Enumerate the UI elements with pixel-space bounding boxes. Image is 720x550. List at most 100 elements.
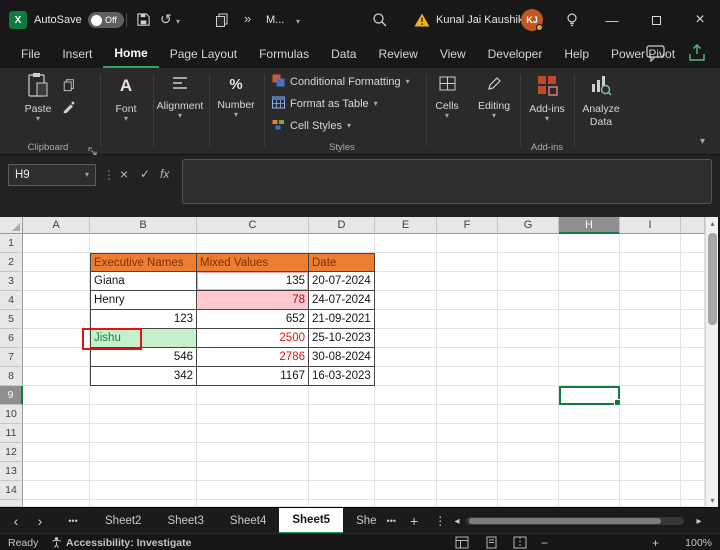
tab-view[interactable]: View bbox=[429, 40, 477, 68]
font-group-button[interactable]: A Font ▾ bbox=[104, 76, 148, 123]
tab-insert[interactable]: Insert bbox=[51, 40, 103, 68]
tab-developer[interactable]: Developer bbox=[477, 40, 554, 68]
zoom-out-button[interactable]: − bbox=[541, 536, 548, 550]
more-commands-icon[interactable]: » bbox=[244, 11, 251, 26]
tab-review[interactable]: Review bbox=[367, 40, 428, 68]
sheet-tab-sheet5-active[interactable]: Sheet5 bbox=[279, 508, 344, 534]
clipboard-copy-icon[interactable] bbox=[62, 78, 76, 97]
format-as-table-button[interactable]: Format as Table ▾ bbox=[272, 96, 378, 112]
warning-icon[interactable] bbox=[414, 13, 430, 32]
name-box[interactable]: H9 ▾ bbox=[8, 164, 96, 186]
sheet-tab-sheet3[interactable]: Sheet3 bbox=[154, 508, 216, 534]
next-sheet-button[interactable]: › bbox=[28, 508, 52, 534]
paste-button[interactable]: Paste ▾ bbox=[18, 72, 58, 123]
cell-D4[interactable]: 24-07-2024 bbox=[309, 291, 375, 310]
tab-file[interactable]: File bbox=[10, 40, 51, 68]
cell-D6[interactable]: 25-10-2023 bbox=[309, 329, 375, 348]
editing-chevron-icon: ▾ bbox=[491, 111, 496, 120]
font-icon: A bbox=[119, 76, 133, 95]
cell-C7[interactable]: 2786 bbox=[197, 348, 309, 367]
cell-B2[interactable]: Executive Names bbox=[90, 253, 197, 272]
tab-page-layout[interactable]: Page Layout bbox=[159, 40, 248, 68]
conditional-formatting-label: Conditional Formatting bbox=[290, 76, 401, 88]
tab-data[interactable]: Data bbox=[320, 40, 367, 68]
accessibility-status[interactable]: Accessibility: Investigate bbox=[66, 537, 191, 549]
cell-B5[interactable]: 123 bbox=[90, 310, 197, 329]
document-menu[interactable]: M... bbox=[266, 14, 284, 26]
lightbulb-icon[interactable] bbox=[564, 12, 580, 33]
cell-C6[interactable]: 2500 bbox=[197, 329, 309, 348]
cell-C5[interactable]: 652 bbox=[197, 310, 309, 329]
cell-D5[interactable]: 21-09-2021 bbox=[309, 310, 375, 329]
user-name[interactable]: Kunal Jai Kaushik bbox=[436, 14, 523, 26]
cancel-entry-icon[interactable]: × bbox=[120, 166, 128, 182]
cell-B8[interactable]: 342 bbox=[90, 367, 197, 386]
add-sheet-button[interactable]: + bbox=[402, 508, 426, 534]
confirm-entry-icon[interactable]: ✓ bbox=[140, 167, 150, 181]
formula-input[interactable] bbox=[182, 159, 712, 204]
close-button[interactable]: × bbox=[680, 0, 720, 40]
cell-D8[interactable]: 16-03-2023 bbox=[309, 367, 375, 386]
cell-C4[interactable]: 78 bbox=[197, 291, 309, 310]
hscroll-right-icon[interactable]: ▸ bbox=[690, 508, 708, 534]
tab-help[interactable]: Help bbox=[553, 40, 600, 68]
more-sheets-ellipsis-button[interactable]: ••• bbox=[381, 508, 402, 534]
addins-button[interactable]: Add-ins ▾ bbox=[524, 74, 570, 123]
analyze-data-button[interactable]: Analyze Data bbox=[576, 74, 626, 128]
sheet-tabs: Sheet2 Sheet3 Sheet4 Sheet5 She ••• + ⋮ bbox=[92, 508, 454, 534]
page-layout-view-icon[interactable] bbox=[485, 536, 498, 550]
vertical-scrollbar-thumb[interactable] bbox=[708, 233, 717, 325]
formula-bar-drag-dots-icon[interactable]: ⋮ bbox=[103, 168, 115, 182]
alignment-group-button[interactable]: Alignment ▾ bbox=[155, 76, 205, 120]
accessibility-icon[interactable] bbox=[50, 536, 63, 550]
search-icon[interactable] bbox=[372, 12, 388, 33]
number-group-button[interactable]: % Number ▾ bbox=[212, 76, 260, 119]
horizontal-scrollbar[interactable] bbox=[466, 517, 684, 525]
scroll-up-icon[interactable]: ▴ bbox=[706, 219, 719, 228]
undo-icon[interactable]: ↺ bbox=[160, 11, 172, 28]
cell-C8[interactable]: 1167 bbox=[197, 367, 309, 386]
minimize-button[interactable]: — bbox=[592, 0, 632, 40]
format-painter-icon[interactable] bbox=[62, 100, 76, 119]
cell-styles-button[interactable]: Cell Styles ▾ bbox=[272, 118, 351, 134]
tab-formulas[interactable]: Formulas bbox=[248, 40, 320, 68]
autosave-toggle[interactable]: Off bbox=[88, 12, 124, 28]
cell-D3[interactable]: 20-07-2024 bbox=[309, 272, 375, 291]
prev-sheet-button[interactable]: ‹ bbox=[4, 508, 28, 534]
cell-B3[interactable]: Giana bbox=[90, 272, 197, 291]
tab-power-pivot[interactable]: Power Pivot bbox=[600, 40, 686, 68]
sheet-tab-sheet4[interactable]: Sheet4 bbox=[217, 508, 279, 534]
share-icon[interactable] bbox=[686, 44, 708, 67]
cell-C3[interactable]: 135 bbox=[197, 272, 309, 291]
hscroll-left-icon[interactable]: ◂ bbox=[448, 508, 466, 534]
cells-group-button[interactable]: Cells ▾ bbox=[428, 76, 466, 120]
zoom-in-button[interactable]: + bbox=[652, 536, 659, 550]
cell-D2[interactable]: Date bbox=[309, 253, 375, 272]
page-break-view-icon[interactable] bbox=[513, 536, 527, 550]
conditional-formatting-button[interactable]: Conditional Formatting ▾ bbox=[272, 74, 410, 90]
insert-function-icon[interactable]: fx bbox=[160, 167, 169, 181]
horizontal-scrollbar-thumb[interactable] bbox=[469, 518, 661, 524]
document-menu-chevron-icon[interactable]: ▾ bbox=[296, 18, 300, 26]
active-cell-H9[interactable] bbox=[559, 386, 621, 406]
copy-icon[interactable] bbox=[214, 12, 230, 33]
tab-home[interactable]: Home bbox=[103, 40, 159, 68]
normal-view-icon[interactable] bbox=[455, 536, 469, 550]
sheet-tab-sheet2[interactable]: Sheet2 bbox=[92, 508, 154, 534]
cell-D7[interactable]: 30-08-2024 bbox=[309, 348, 375, 367]
sheet-list-ellipsis-button[interactable]: ••• bbox=[60, 508, 86, 534]
save-icon[interactable] bbox=[136, 12, 151, 32]
ribbon: Paste ▾ Clipboard A Font ▾ Alignment ▾ %… bbox=[0, 68, 720, 156]
undo-chevron-icon[interactable]: ▾ bbox=[176, 18, 180, 26]
vertical-scrollbar[interactable]: ▴ ▾ bbox=[705, 217, 718, 507]
collapse-ribbon-icon[interactable]: ▾ bbox=[700, 137, 705, 147]
cell-B4[interactable]: Henry bbox=[90, 291, 197, 310]
cell-C2[interactable]: Mixed Values bbox=[197, 253, 309, 272]
comments-icon[interactable] bbox=[646, 45, 666, 67]
zoom-level[interactable]: 100% bbox=[676, 537, 712, 549]
editing-group-button[interactable]: Editing ▾ bbox=[472, 76, 516, 120]
cell-B7[interactable]: 546 bbox=[90, 348, 197, 367]
sheet-tab-truncated[interactable]: She bbox=[343, 508, 380, 534]
maximize-button[interactable] bbox=[636, 0, 676, 40]
scroll-down-icon[interactable]: ▾ bbox=[706, 496, 719, 505]
